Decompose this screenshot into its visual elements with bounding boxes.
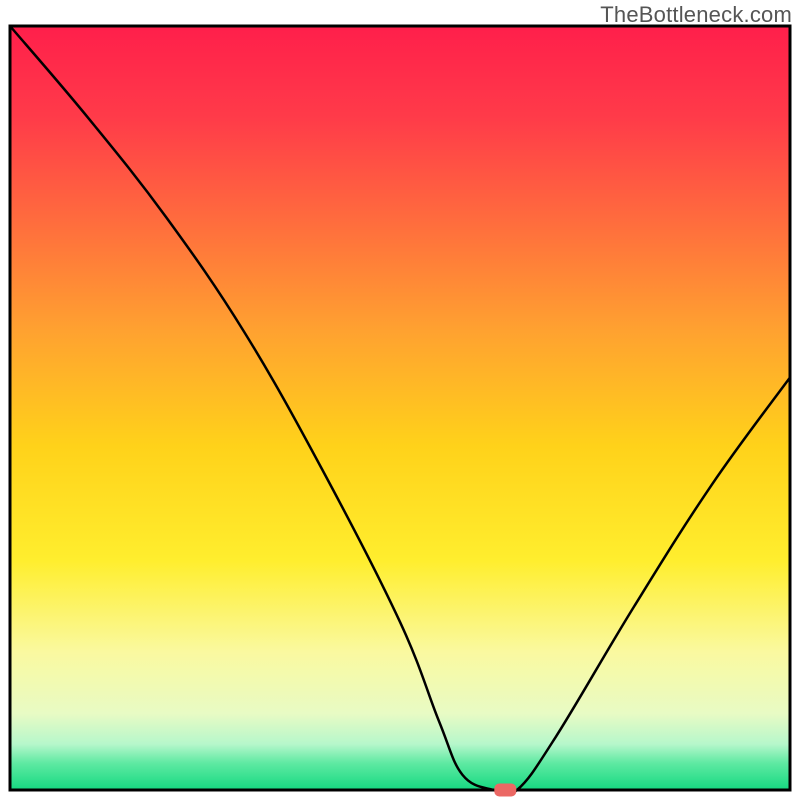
watermark-label: TheBottleneck.com	[600, 2, 792, 28]
plot-background	[10, 26, 790, 790]
optimal-marker	[494, 784, 516, 797]
bottleneck-chart	[0, 0, 800, 800]
chart-container: TheBottleneck.com	[0, 0, 800, 800]
